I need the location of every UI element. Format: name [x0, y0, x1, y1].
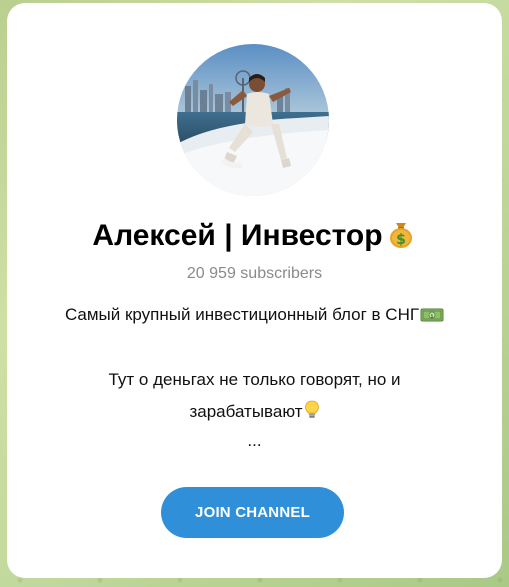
description-line-1: Самый крупный инвестиционный блог в СНГ … [7, 305, 502, 328]
channel-title: Алексей | Инвестор $ [7, 217, 502, 257]
money-bag-icon: $ [385, 217, 417, 257]
join-channel-button[interactable]: JOIN CHANNEL [161, 487, 344, 538]
subscriber-count: 20 959 subscribers [186, 265, 323, 282]
banknote-icon: $ [420, 307, 444, 328]
description-line-3: зарабатывают [7, 400, 502, 425]
channel-avatar[interactable] [177, 44, 329, 196]
description-ellipsis: ... [247, 431, 262, 450]
description-line-1-text: Самый крупный инвестиционный блог в СНГ [64, 305, 420, 324]
svg-text:$: $ [396, 232, 406, 248]
svg-text:$: $ [430, 314, 433, 320]
channel-card: Алексей | Инвестор $ 20 959 subscribers … [7, 3, 502, 578]
description-line-3-text: зарабатывают [189, 402, 303, 421]
channel-name: Алексей | Инвестор [92, 219, 383, 252]
description-line-2: Тут о деньгах не только говорят, но и [108, 370, 401, 389]
lightbulb-icon [304, 400, 320, 425]
